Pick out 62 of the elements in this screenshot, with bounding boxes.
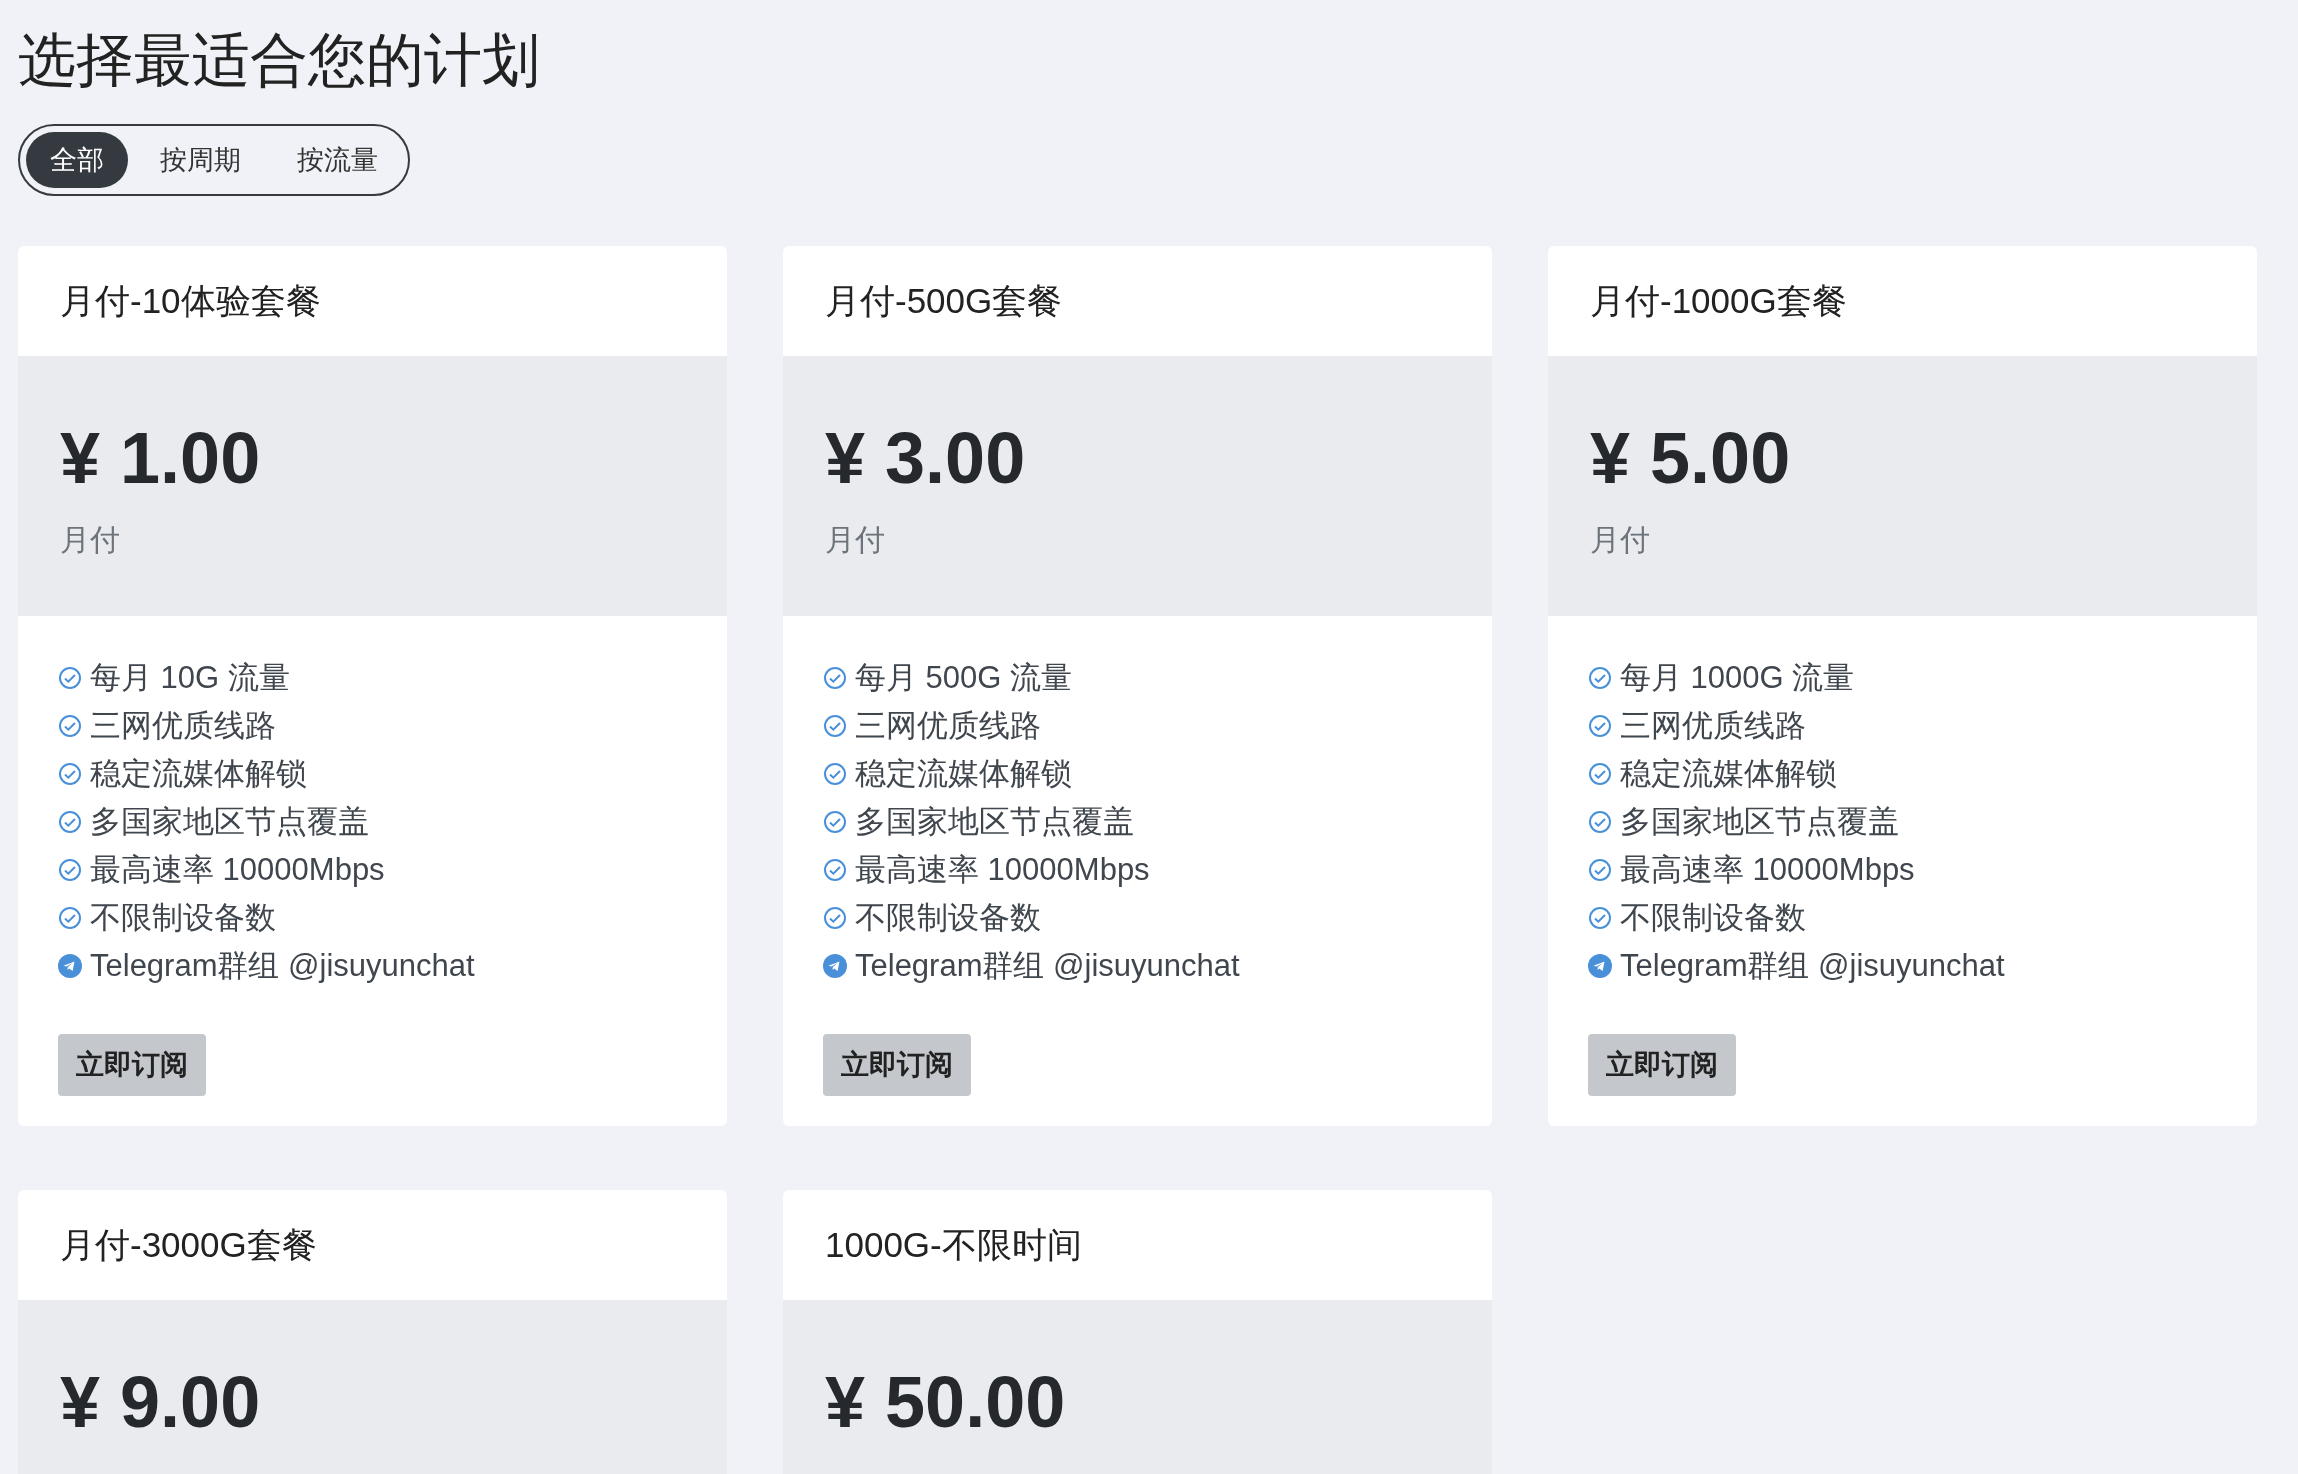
feature-text: 不限制设备数 <box>1620 899 1806 937</box>
page-title: 选择最适合您的计划 <box>18 26 540 94</box>
check-circle-icon <box>58 714 82 738</box>
check-circle-icon <box>823 810 847 834</box>
billing-period: 月付 <box>1590 522 1650 558</box>
plan-price: ¥ 3.00 <box>825 418 1026 498</box>
paper-plane-icon <box>1588 954 1612 978</box>
check-circle-icon <box>58 858 82 882</box>
feature-text: 多国家地区节点覆盖 <box>1620 803 1899 841</box>
check-circle-icon <box>58 810 82 834</box>
paper-plane-icon <box>823 954 847 978</box>
subscribe-button[interactable]: 立即订阅 <box>58 1034 206 1096</box>
feature-text: 三网优质线路 <box>1620 707 1806 745</box>
plan-name: 月付-10体验套餐 <box>60 279 321 322</box>
feature-text: Telegram群组 @jisuyunchat <box>855 947 1240 985</box>
feature-text: 每月 1000G 流量 <box>1620 659 1855 697</box>
check-circle-icon <box>58 666 82 690</box>
feature-text: 最高速率 10000Mbps <box>855 851 1150 889</box>
filter-tab[interactable]: 全部 <box>26 132 128 188</box>
plan-name: 月付-3000G套餐 <box>60 1223 317 1266</box>
feature-text: 多国家地区节点覆盖 <box>90 803 369 841</box>
billing-period: 月付 <box>825 522 885 558</box>
check-circle-icon <box>58 762 82 786</box>
feature-text: Telegram群组 @jisuyunchat <box>1620 947 2005 985</box>
filter-tab[interactable]: 按流量 <box>273 132 402 188</box>
feature-text: 稳定流媒体解锁 <box>90 755 307 793</box>
check-circle-icon <box>1588 906 1612 930</box>
plan-name: 月付-500G套餐 <box>825 279 1063 322</box>
feature-text: 三网优质线路 <box>90 707 276 745</box>
subscribe-button[interactable]: 立即订阅 <box>1588 1034 1736 1096</box>
check-circle-icon <box>1588 714 1612 738</box>
check-circle-icon <box>1588 810 1612 834</box>
feature-text: 稳定流媒体解锁 <box>1620 755 1837 793</box>
check-circle-icon <box>823 906 847 930</box>
check-circle-icon <box>823 858 847 882</box>
check-circle-icon <box>823 714 847 738</box>
feature-text: 最高速率 10000Mbps <box>1620 851 1915 889</box>
plan-name: 1000G-不限时间 <box>825 1223 1082 1266</box>
feature-text: 三网优质线路 <box>855 707 1041 745</box>
feature-text: 稳定流媒体解锁 <box>855 755 1072 793</box>
feature-text: 每月 500G 流量 <box>855 659 1073 697</box>
plan-price: ¥ 9.00 <box>60 1362 261 1442</box>
feature-text: 多国家地区节点覆盖 <box>855 803 1134 841</box>
plan-price: ¥ 5.00 <box>1590 418 1791 498</box>
plan-price: ¥ 1.00 <box>60 418 261 498</box>
feature-text: 不限制设备数 <box>855 899 1041 937</box>
filter-tab[interactable]: 按周期 <box>136 132 265 188</box>
check-circle-icon <box>823 762 847 786</box>
check-circle-icon <box>823 666 847 690</box>
paper-plane-icon <box>58 954 82 978</box>
feature-text: 每月 10G 流量 <box>90 659 290 697</box>
check-circle-icon <box>1588 762 1612 786</box>
feature-text: 最高速率 10000Mbps <box>90 851 385 889</box>
check-circle-icon <box>1588 858 1612 882</box>
plan-price: ¥ 50.00 <box>825 1362 1066 1442</box>
feature-text: Telegram群组 @jisuyunchat <box>90 947 475 985</box>
billing-period: 月付 <box>60 522 120 558</box>
plan-name: 月付-1000G套餐 <box>1590 279 1847 322</box>
feature-text: 不限制设备数 <box>90 899 276 937</box>
subscribe-button[interactable]: 立即订阅 <box>823 1034 971 1096</box>
check-circle-icon <box>1588 666 1612 690</box>
check-circle-icon <box>58 906 82 930</box>
